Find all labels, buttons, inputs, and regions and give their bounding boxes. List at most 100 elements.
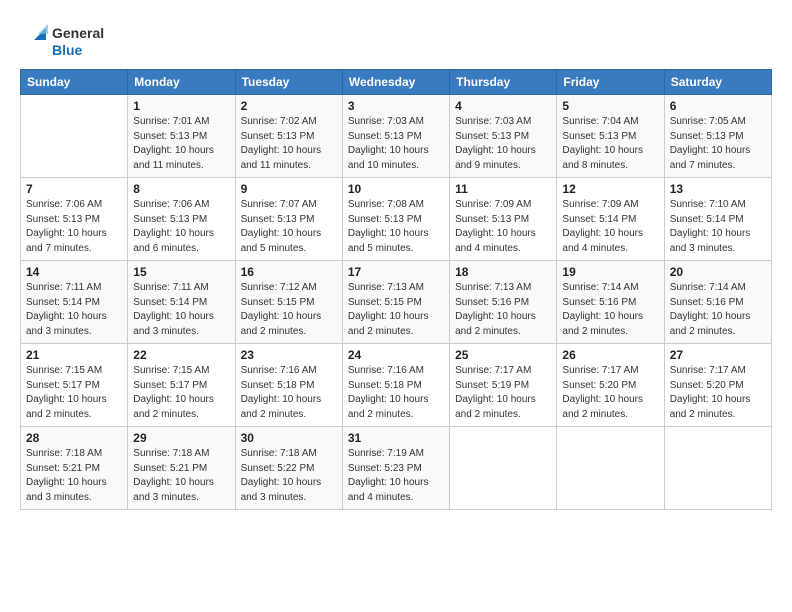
day-info: Sunrise: 7:04 AMSunset: 5:13 PMDaylight:… bbox=[562, 115, 658, 173]
calendar-cell: 10 Sunrise: 7:08 AMSunset: 5:13 PMDayligh… bbox=[342, 178, 449, 261]
day-number: 5 bbox=[562, 99, 658, 113]
week-row-4: 21 Sunrise: 7:15 AMSunset: 5:17 PMDayligh… bbox=[21, 344, 772, 427]
week-row-3: 14 Sunrise: 7:11 AMSunset: 5:14 PMDayligh… bbox=[21, 261, 772, 344]
calendar-table: SundayMondayTuesdayWednesdayThursdayFrid… bbox=[20, 69, 772, 510]
day-info: Sunrise: 7:06 AMSunset: 5:13 PMDaylight:… bbox=[26, 198, 122, 256]
calendar-cell: 15 Sunrise: 7:11 AMSunset: 5:14 PMDayligh… bbox=[128, 261, 235, 344]
day-number: 23 bbox=[241, 348, 337, 362]
calendar-cell bbox=[21, 95, 128, 178]
calendar-cell: 31 Sunrise: 7:19 AMSunset: 5:23 PMDayligh… bbox=[342, 427, 449, 510]
day-number: 27 bbox=[670, 348, 766, 362]
calendar-cell bbox=[450, 427, 557, 510]
day-number: 22 bbox=[133, 348, 229, 362]
day-number: 9 bbox=[241, 182, 337, 196]
day-number: 10 bbox=[348, 182, 444, 196]
day-info: Sunrise: 7:03 AMSunset: 5:13 PMDaylight:… bbox=[348, 115, 444, 173]
day-info: Sunrise: 7:10 AMSunset: 5:14 PMDaylight:… bbox=[670, 198, 766, 256]
day-info: Sunrise: 7:08 AMSunset: 5:13 PMDaylight:… bbox=[348, 198, 444, 256]
weekday-header-row: SundayMondayTuesdayWednesdayThursdayFrid… bbox=[21, 70, 772, 95]
day-info: Sunrise: 7:17 AMSunset: 5:19 PMDaylight:… bbox=[455, 364, 551, 422]
day-info: Sunrise: 7:14 AMSunset: 5:16 PMDaylight:… bbox=[562, 281, 658, 339]
day-number: 13 bbox=[670, 182, 766, 196]
calendar-cell: 27 Sunrise: 7:17 AMSunset: 5:20 PMDayligh… bbox=[664, 344, 771, 427]
day-number: 18 bbox=[455, 265, 551, 279]
day-info: Sunrise: 7:15 AMSunset: 5:17 PMDaylight:… bbox=[133, 364, 229, 422]
calendar-cell: 4 Sunrise: 7:03 AMSunset: 5:13 PMDaylight… bbox=[450, 95, 557, 178]
day-info: Sunrise: 7:09 AMSunset: 5:13 PMDaylight:… bbox=[455, 198, 551, 256]
weekday-header-thursday: Thursday bbox=[450, 70, 557, 95]
calendar-cell: 7 Sunrise: 7:06 AMSunset: 5:13 PMDaylight… bbox=[21, 178, 128, 261]
day-number: 8 bbox=[133, 182, 229, 196]
day-number: 25 bbox=[455, 348, 551, 362]
day-number: 11 bbox=[455, 182, 551, 196]
day-info: Sunrise: 7:17 AMSunset: 5:20 PMDaylight:… bbox=[562, 364, 658, 422]
weekday-header-wednesday: Wednesday bbox=[342, 70, 449, 95]
day-info: Sunrise: 7:02 AMSunset: 5:13 PMDaylight:… bbox=[241, 115, 337, 173]
calendar-cell: 16 Sunrise: 7:12 AMSunset: 5:15 PMDayligh… bbox=[235, 261, 342, 344]
calendar-cell: 1 Sunrise: 7:01 AMSunset: 5:13 PMDaylight… bbox=[128, 95, 235, 178]
day-number: 12 bbox=[562, 182, 658, 196]
calendar-cell: 29 Sunrise: 7:18 AMSunset: 5:21 PMDayligh… bbox=[128, 427, 235, 510]
day-info: Sunrise: 7:13 AMSunset: 5:15 PMDaylight:… bbox=[348, 281, 444, 339]
day-number: 7 bbox=[26, 182, 122, 196]
day-number: 31 bbox=[348, 431, 444, 445]
calendar-cell: 21 Sunrise: 7:15 AMSunset: 5:17 PMDayligh… bbox=[21, 344, 128, 427]
day-number: 16 bbox=[241, 265, 337, 279]
day-info: Sunrise: 7:19 AMSunset: 5:23 PMDaylight:… bbox=[348, 447, 444, 505]
header: General Blue bbox=[20, 18, 772, 63]
logo-svg: General Blue bbox=[20, 18, 110, 63]
calendar-cell: 25 Sunrise: 7:17 AMSunset: 5:19 PMDayligh… bbox=[450, 344, 557, 427]
day-info: Sunrise: 7:17 AMSunset: 5:20 PMDaylight:… bbox=[670, 364, 766, 422]
day-info: Sunrise: 7:16 AMSunset: 5:18 PMDaylight:… bbox=[348, 364, 444, 422]
day-info: Sunrise: 7:01 AMSunset: 5:13 PMDaylight:… bbox=[133, 115, 229, 173]
day-info: Sunrise: 7:05 AMSunset: 5:13 PMDaylight:… bbox=[670, 115, 766, 173]
day-info: Sunrise: 7:18 AMSunset: 5:21 PMDaylight:… bbox=[26, 447, 122, 505]
calendar-cell: 28Sunrise: 7:18 AMSunset: 5:21 PMDayligh… bbox=[21, 427, 128, 510]
calendar-cell bbox=[664, 427, 771, 510]
day-info: Sunrise: 7:15 AMSunset: 5:17 PMDaylight:… bbox=[26, 364, 122, 422]
day-number: 20 bbox=[670, 265, 766, 279]
weekday-header-tuesday: Tuesday bbox=[235, 70, 342, 95]
week-row-5: 28Sunrise: 7:18 AMSunset: 5:21 PMDayligh… bbox=[21, 427, 772, 510]
day-info: Sunrise: 7:03 AMSunset: 5:13 PMDaylight:… bbox=[455, 115, 551, 173]
day-number: 14 bbox=[26, 265, 122, 279]
day-number: 29 bbox=[133, 431, 229, 445]
calendar-page: General Blue SundayMondayTuesdayWednesda… bbox=[0, 0, 792, 612]
day-info: Sunrise: 7:11 AMSunset: 5:14 PMDaylight:… bbox=[133, 281, 229, 339]
day-number: 3 bbox=[348, 99, 444, 113]
weekday-header-monday: Monday bbox=[128, 70, 235, 95]
day-number: 21 bbox=[26, 348, 122, 362]
calendar-cell: 26Sunrise: 7:17 AMSunset: 5:20 PMDayligh… bbox=[557, 344, 664, 427]
day-info: Sunrise: 7:09 AMSunset: 5:14 PMDaylight:… bbox=[562, 198, 658, 256]
day-number: 19 bbox=[562, 265, 658, 279]
calendar-cell: 11 Sunrise: 7:09 AMSunset: 5:13 PMDayligh… bbox=[450, 178, 557, 261]
day-info: Sunrise: 7:12 AMSunset: 5:15 PMDaylight:… bbox=[241, 281, 337, 339]
day-number: 2 bbox=[241, 99, 337, 113]
calendar-cell bbox=[557, 427, 664, 510]
calendar-cell: 23 Sunrise: 7:16 AMSunset: 5:18 PMDayligh… bbox=[235, 344, 342, 427]
weekday-header-sunday: Sunday bbox=[21, 70, 128, 95]
day-info: Sunrise: 7:18 AMSunset: 5:21 PMDaylight:… bbox=[133, 447, 229, 505]
calendar-cell: 13 Sunrise: 7:10 AMSunset: 5:14 PMDayligh… bbox=[664, 178, 771, 261]
day-number: 24 bbox=[348, 348, 444, 362]
day-number: 1 bbox=[133, 99, 229, 113]
day-number: 6 bbox=[670, 99, 766, 113]
calendar-cell: 2 Sunrise: 7:02 AMSunset: 5:13 PMDaylight… bbox=[235, 95, 342, 178]
calendar-cell: 8Sunrise: 7:06 AMSunset: 5:13 PMDaylight… bbox=[128, 178, 235, 261]
calendar-cell: 24 Sunrise: 7:16 AMSunset: 5:18 PMDayligh… bbox=[342, 344, 449, 427]
week-row-1: 1 Sunrise: 7:01 AMSunset: 5:13 PMDaylight… bbox=[21, 95, 772, 178]
day-number: 17 bbox=[348, 265, 444, 279]
day-info: Sunrise: 7:13 AMSunset: 5:16 PMDaylight:… bbox=[455, 281, 551, 339]
day-number: 15 bbox=[133, 265, 229, 279]
calendar-cell: 14Sunrise: 7:11 AMSunset: 5:14 PMDayligh… bbox=[21, 261, 128, 344]
calendar-cell: 9Sunrise: 7:07 AMSunset: 5:13 PMDaylight… bbox=[235, 178, 342, 261]
calendar-cell: 5 Sunrise: 7:04 AMSunset: 5:13 PMDaylight… bbox=[557, 95, 664, 178]
day-info: Sunrise: 7:18 AMSunset: 5:22 PMDaylight:… bbox=[241, 447, 337, 505]
calendar-cell: 22 Sunrise: 7:15 AMSunset: 5:17 PMDayligh… bbox=[128, 344, 235, 427]
day-info: Sunrise: 7:14 AMSunset: 5:16 PMDaylight:… bbox=[670, 281, 766, 339]
day-info: Sunrise: 7:16 AMSunset: 5:18 PMDaylight:… bbox=[241, 364, 337, 422]
day-number: 30 bbox=[241, 431, 337, 445]
weekday-header-friday: Friday bbox=[557, 70, 664, 95]
day-number: 4 bbox=[455, 99, 551, 113]
week-row-2: 7 Sunrise: 7:06 AMSunset: 5:13 PMDaylight… bbox=[21, 178, 772, 261]
